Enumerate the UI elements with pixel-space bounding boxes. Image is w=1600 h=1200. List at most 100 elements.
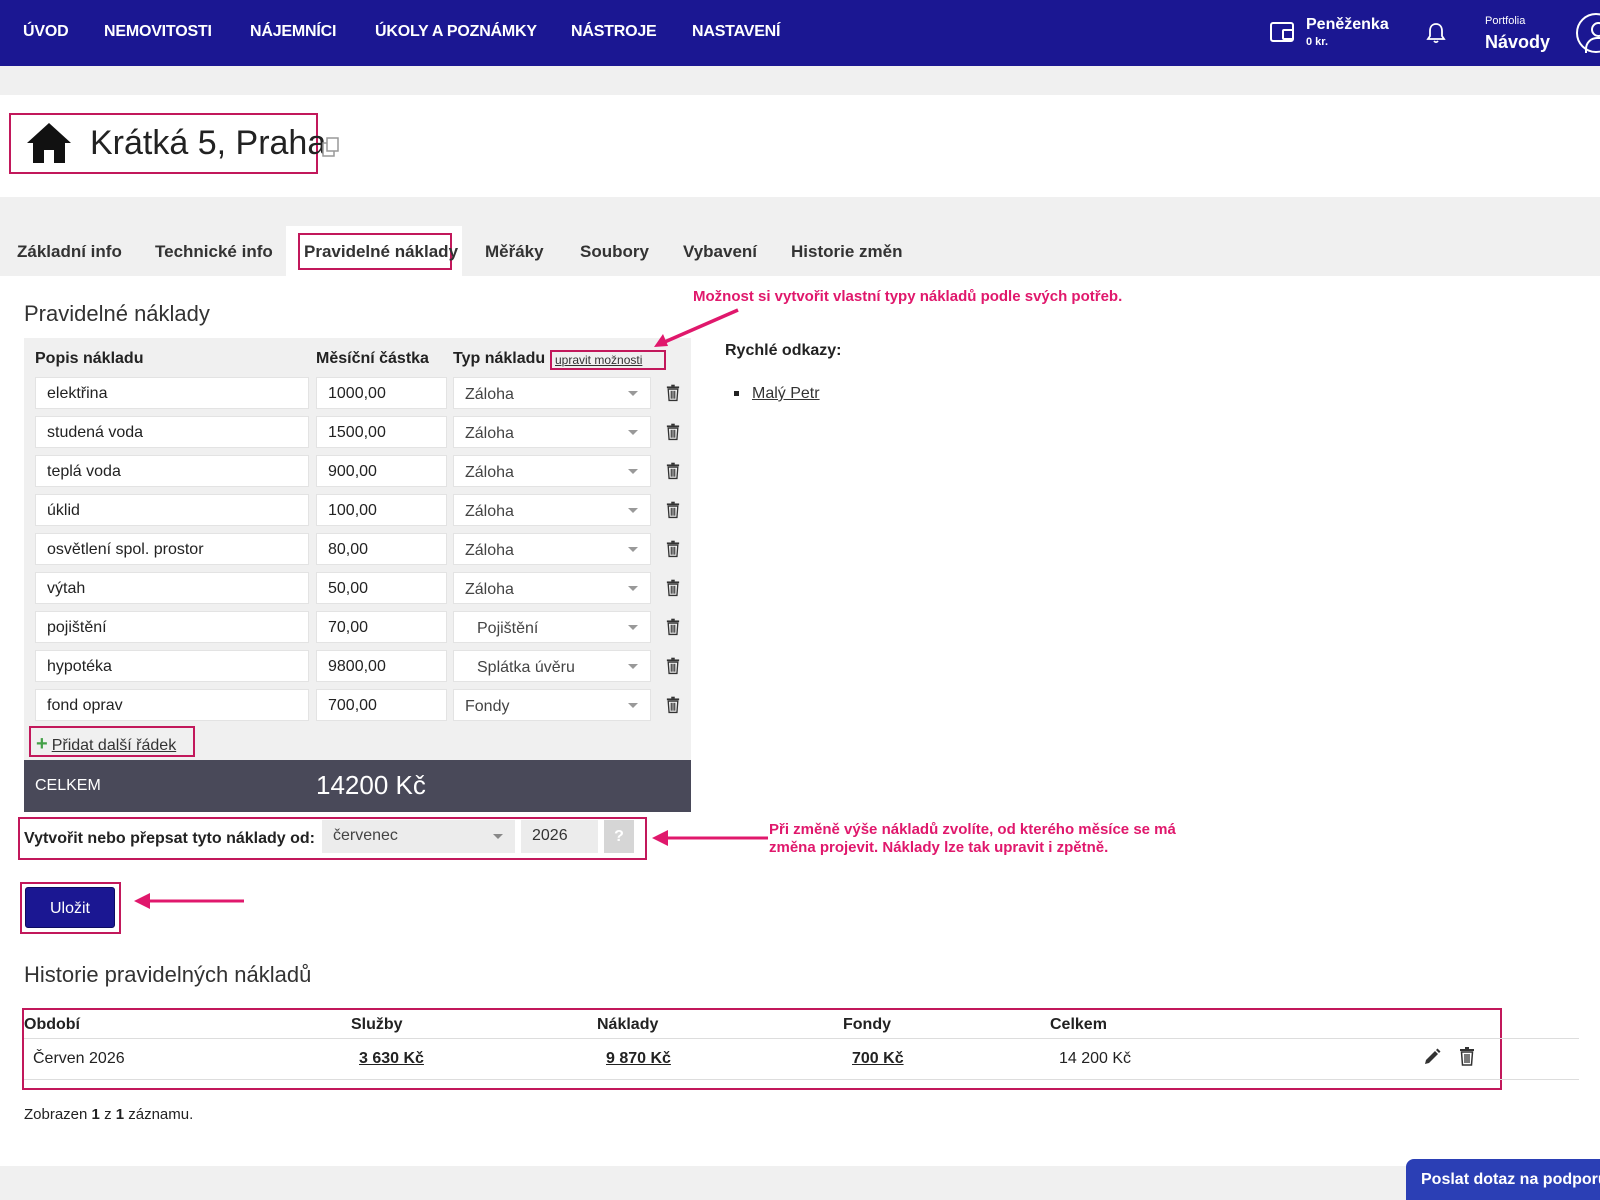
cost-amount-input[interactable]: 9800,00 bbox=[316, 650, 447, 682]
trash-icon[interactable] bbox=[666, 501, 680, 519]
cost-type-value: Záloha bbox=[465, 386, 514, 403]
chevron-down-icon bbox=[628, 469, 638, 474]
history-header-funds: Fondy bbox=[843, 1016, 891, 1033]
cost-amount-input[interactable]: 700,00 bbox=[316, 689, 447, 721]
nav-item-nastroje[interactable]: NÁSTROJE bbox=[571, 23, 657, 41]
page-title: Krátká 5, Praha bbox=[90, 124, 327, 162]
top-navigation: ÚVOD NEMOVITOSTI NÁJEMNÍCI ÚKOLY A POZNÁ… bbox=[0, 0, 1600, 66]
history-services-link[interactable]: 3 630 Kč bbox=[359, 1050, 424, 1068]
history-header-period: Období bbox=[24, 1016, 80, 1033]
cost-amount-input[interactable]: 70,00 bbox=[316, 611, 447, 643]
nav-item-ukoly[interactable]: ÚKOLY A POZNÁMKY bbox=[375, 23, 537, 41]
cost-amount-input[interactable]: 1000,00 bbox=[316, 377, 447, 409]
chevron-down-icon bbox=[493, 834, 503, 839]
tab-technicke-info[interactable]: Technické info bbox=[155, 242, 273, 262]
support-button[interactable]: Poslat dotaz na podporu bbox=[1406, 1159, 1600, 1200]
cost-description-input[interactable]: osvětlení spol. prostor bbox=[35, 533, 309, 565]
chevron-down-icon bbox=[628, 508, 638, 513]
total-bar: CELKEM 14200 Kč bbox=[24, 760, 691, 812]
tab-soubory[interactable]: Soubory bbox=[580, 242, 649, 262]
total-value: 14200 Kč bbox=[316, 770, 426, 800]
wallet-label[interactable]: Peněženka bbox=[1306, 16, 1389, 34]
chevron-down-icon bbox=[628, 391, 638, 396]
from-year-input[interactable]: 2026 bbox=[521, 820, 598, 853]
history-costs-link[interactable]: 9 870 Kč bbox=[606, 1050, 671, 1068]
add-row-button[interactable]: + Přidat další řádek bbox=[36, 733, 176, 756]
trash-icon[interactable] bbox=[1459, 1047, 1475, 1066]
chevron-down-icon bbox=[628, 586, 638, 591]
cost-description-input[interactable]: teplá voda bbox=[35, 455, 309, 487]
tab-bar: Základní info Technické info Pravidelné … bbox=[0, 226, 1600, 276]
trash-icon[interactable] bbox=[666, 540, 680, 558]
tab-vybaveni[interactable]: Vybavení bbox=[683, 242, 757, 262]
history-highlight-box bbox=[22, 1008, 1502, 1090]
tab-pravidelne-naklady[interactable]: Pravidelné náklady bbox=[304, 242, 458, 262]
cost-amount-input[interactable]: 80,00 bbox=[316, 533, 447, 565]
portfolio-selector[interactable]: Návody bbox=[1485, 32, 1550, 53]
nav-item-nastaveni[interactable]: NASTAVENÍ bbox=[692, 23, 780, 41]
nav-item-uvod[interactable]: ÚVOD bbox=[23, 23, 69, 41]
cost-type-select[interactable]: Záloha bbox=[453, 572, 651, 604]
wallet-icon[interactable] bbox=[1270, 22, 1294, 42]
header-type: Typ nákladu bbox=[453, 350, 546, 367]
cost-amount-input[interactable]: 50,00 bbox=[316, 572, 447, 604]
annotation-from-month-1: Při změně výše nákladů zvolíte, od které… bbox=[769, 821, 1176, 838]
cost-description-input[interactable]: pojištění bbox=[35, 611, 309, 643]
cost-type-select[interactable]: Záloha bbox=[453, 416, 651, 448]
cost-type-select[interactable]: Fondy bbox=[453, 689, 651, 721]
trash-icon[interactable] bbox=[666, 696, 680, 714]
edit-options-link[interactable]: upravit možnosti bbox=[555, 353, 642, 367]
cost-type-value: Záloha bbox=[465, 542, 514, 559]
cost-type-value: Záloha bbox=[465, 425, 514, 442]
cost-amount-input[interactable]: 1500,00 bbox=[316, 416, 447, 448]
history-header-total: Celkem bbox=[1050, 1016, 1107, 1033]
cost-description-input[interactable]: hypotéka bbox=[35, 650, 309, 682]
cost-type-select[interactable]: Záloha bbox=[453, 377, 651, 409]
cost-description-input[interactable]: úklid bbox=[35, 494, 309, 526]
trash-icon[interactable] bbox=[666, 657, 680, 675]
cost-amount-input[interactable]: 100,00 bbox=[316, 494, 447, 526]
trash-icon[interactable] bbox=[666, 579, 680, 597]
plus-icon: + bbox=[36, 733, 48, 755]
cost-type-select[interactable]: Záloha bbox=[453, 533, 651, 565]
list-bullet bbox=[734, 391, 739, 396]
cost-description-input[interactable]: fond oprav bbox=[35, 689, 309, 721]
cost-description-input[interactable]: výtah bbox=[35, 572, 309, 604]
cost-type-select[interactable]: Splátka úvěru bbox=[453, 650, 651, 682]
cost-type-value: Záloha bbox=[465, 464, 514, 481]
tab-zakladni-info[interactable]: Základní info bbox=[17, 242, 122, 262]
chevron-down-icon bbox=[628, 547, 638, 552]
from-month-value: červenec bbox=[333, 827, 398, 844]
cost-type-select[interactable]: Pojištění bbox=[453, 611, 651, 643]
chevron-down-icon bbox=[628, 430, 638, 435]
trash-icon[interactable] bbox=[666, 618, 680, 636]
tab-meraky[interactable]: Měřáky bbox=[485, 242, 544, 262]
user-icon[interactable] bbox=[1576, 13, 1600, 53]
annotation-arrow-icon bbox=[652, 830, 768, 846]
from-month-select[interactable]: červenec bbox=[322, 820, 515, 853]
history-section-title: Historie pravidelných nákladů bbox=[24, 962, 312, 987]
cost-type-value: Záloha bbox=[465, 503, 514, 520]
trash-icon[interactable] bbox=[666, 423, 680, 441]
nav-item-nemovitosti[interactable]: NEMOVITOSTI bbox=[104, 23, 212, 41]
history-funds-link[interactable]: 700 Kč bbox=[852, 1050, 904, 1068]
bell-icon[interactable] bbox=[1426, 22, 1446, 44]
trash-icon[interactable] bbox=[666, 384, 680, 402]
cost-type-select[interactable]: Záloha bbox=[453, 455, 651, 487]
cost-description-input[interactable]: studená voda bbox=[35, 416, 309, 448]
quick-link-tenant[interactable]: Malý Petr bbox=[752, 385, 820, 403]
trash-icon[interactable] bbox=[666, 462, 680, 480]
cost-type-select[interactable]: Záloha bbox=[453, 494, 651, 526]
history-period: Červen 2026 bbox=[33, 1050, 125, 1067]
help-button[interactable]: ? bbox=[604, 820, 634, 853]
save-button[interactable]: Uložit bbox=[25, 887, 115, 928]
edit-icon[interactable] bbox=[1423, 1048, 1441, 1066]
annotation-from-month-2: změna projevit. Náklady lze tak upravit … bbox=[769, 839, 1109, 856]
copy-icon[interactable] bbox=[322, 137, 340, 157]
cost-amount-input[interactable]: 900,00 bbox=[316, 455, 447, 487]
header-amount: Měsíční částka bbox=[316, 350, 429, 367]
nav-item-najemnici[interactable]: NÁJEMNÍCI bbox=[250, 23, 336, 41]
cost-description-input[interactable]: elektřina bbox=[35, 377, 309, 409]
annotation-custom-types: Možnost si vytvořit vlastní typy nákladů… bbox=[693, 288, 1123, 305]
tab-historie-zmen[interactable]: Historie změn bbox=[791, 242, 902, 262]
